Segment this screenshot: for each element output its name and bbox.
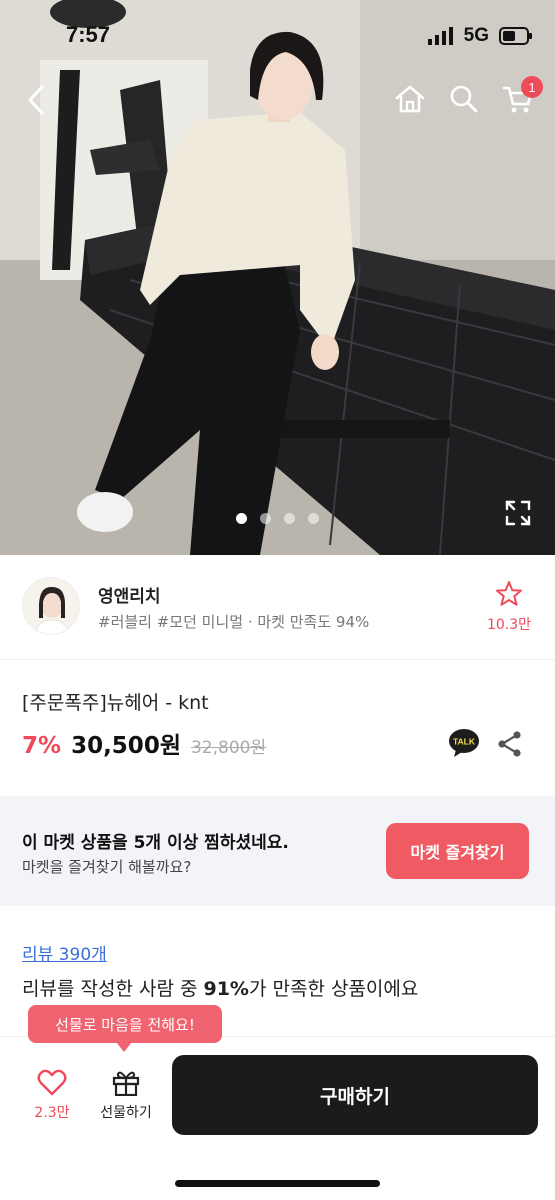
gallery-dot[interactable] bbox=[260, 513, 271, 524]
star-icon bbox=[496, 581, 522, 606]
expand-icon bbox=[505, 500, 531, 526]
review-summary: 리뷰를 작성한 사람 중 91%가 만족한 상품이에요 bbox=[22, 974, 418, 1001]
shop-avatar[interactable] bbox=[22, 577, 80, 635]
price-row: 7% 30,500원 32,800원 bbox=[22, 726, 266, 760]
kakao-talk-button[interactable]: TALK bbox=[448, 728, 480, 758]
favorite-market-banner: 이 마켓 상품을 5개 이상 찜하셨네요. 마켓을 즐겨찾기 해볼까요? 마켓 … bbox=[0, 796, 555, 906]
heart-icon bbox=[37, 1069, 67, 1096]
search-button[interactable] bbox=[445, 78, 483, 120]
status-indicators: 5G bbox=[427, 25, 533, 47]
gallery-dot[interactable] bbox=[236, 513, 247, 524]
share-button[interactable] bbox=[496, 730, 526, 758]
banner-subtitle: 마켓을 즐겨찾기 해볼까요? bbox=[22, 858, 192, 876]
status-time: 7:57 bbox=[66, 22, 111, 47]
shop-info[interactable]: 영앤리치 #러블리 #모던 미니멀 · 마켓 만족도 94% 10.3만 bbox=[0, 556, 555, 660]
favorite-shop-button[interactable]: 10.3만 bbox=[483, 580, 535, 634]
gift-button[interactable]: 선물하기 bbox=[92, 1068, 160, 1122]
like-button[interactable]: 2.3만 bbox=[22, 1068, 82, 1122]
share-icon bbox=[498, 731, 521, 757]
review-satisfaction-rate: 91% bbox=[203, 978, 249, 1000]
shop-tags: #러블리 #모던 미니멀 · 마켓 만족도 94% bbox=[98, 613, 370, 631]
review-summary-suffix: 가 만족한 상품이에요 bbox=[248, 978, 419, 1000]
network-type: 5G bbox=[463, 25, 489, 46]
like-count: 2.3만 bbox=[34, 1105, 70, 1121]
expand-image-button[interactable] bbox=[503, 498, 533, 528]
shop-avatar-image bbox=[23, 578, 79, 634]
gift-label: 선물하기 bbox=[100, 1105, 152, 1121]
talk-icon-label: TALK bbox=[453, 737, 476, 747]
discount-rate: 7% bbox=[22, 733, 62, 759]
cart-count-badge: 1 bbox=[521, 76, 543, 98]
original-price: 32,800원 bbox=[190, 738, 267, 758]
gallery-pagination bbox=[0, 513, 555, 524]
review-summary-prefix: 리뷰를 작성한 사람 중 bbox=[22, 978, 204, 1000]
gallery-dot[interactable] bbox=[308, 513, 319, 524]
home-button[interactable] bbox=[391, 78, 429, 120]
shop-name[interactable]: 영앤리치 bbox=[98, 582, 161, 607]
signal-icon bbox=[427, 27, 453, 45]
chevron-left-icon bbox=[28, 85, 44, 115]
talk-icon: TALK bbox=[449, 729, 479, 757]
product-info: [주문폭주]뉴헤어 - knt 7% 30,500원 32,800원 TALK bbox=[0, 660, 555, 796]
cart-button[interactable]: 1 bbox=[499, 76, 543, 120]
review-count-link[interactable]: 리뷰 390개 bbox=[22, 940, 107, 965]
gift-tooltip: 선물로 마음을 전해요! bbox=[28, 1005, 222, 1043]
buy-button[interactable]: 구매하기 bbox=[172, 1055, 538, 1135]
product-photo[interactable]: 7:57 5G 1 bbox=[0, 0, 555, 555]
gift-tooltip-arrow bbox=[116, 1042, 132, 1052]
favorite-market-button[interactable]: 마켓 즐겨찾기 bbox=[386, 823, 529, 879]
back-button[interactable] bbox=[18, 80, 54, 120]
battery-icon bbox=[499, 27, 532, 45]
top-nav: 1 bbox=[0, 72, 555, 128]
sale-price: 30,500원 bbox=[71, 733, 181, 759]
shop-favorite-count: 10.3만 bbox=[486, 617, 532, 633]
gift-icon bbox=[112, 1071, 140, 1097]
home-indicator bbox=[175, 1180, 380, 1187]
search-icon bbox=[450, 85, 478, 113]
status-bar: 7:57 5G bbox=[0, 0, 555, 72]
gallery-dot[interactable] bbox=[284, 513, 295, 524]
home-icon bbox=[395, 85, 425, 113]
banner-title: 이 마켓 상품을 5개 이상 찜하셨네요. bbox=[22, 833, 289, 853]
product-title: [주문폭주]뉴헤어 - knt bbox=[22, 692, 209, 714]
